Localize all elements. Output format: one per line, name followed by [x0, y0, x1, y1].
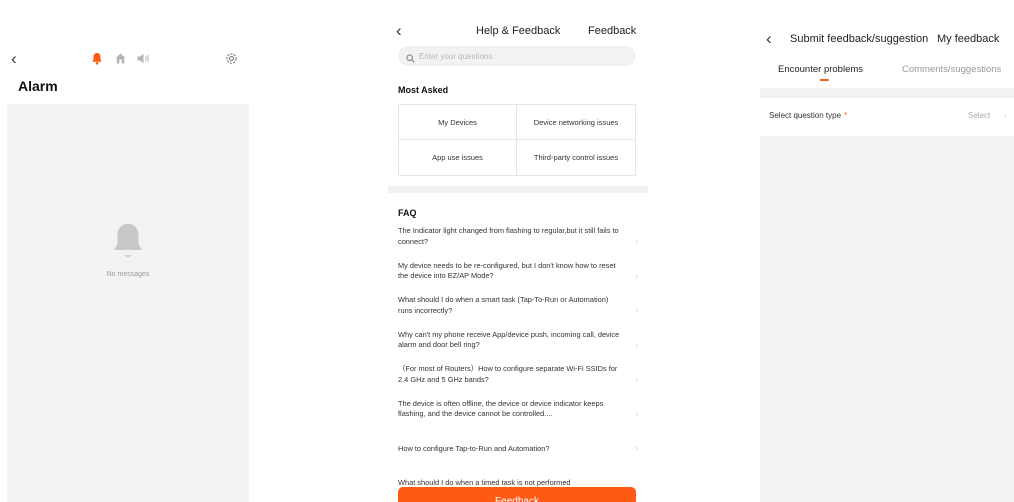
- most-asked-item-networking[interactable]: Device networking issues: [517, 105, 635, 140]
- alarm-message-list: No messages: [7, 104, 249, 502]
- feedback-button[interactable]: Feedback: [398, 487, 636, 502]
- bell-icon[interactable]: [91, 52, 103, 70]
- faq-question: How to configure Tap-to-Run and Automati…: [398, 444, 550, 453]
- page-title: Help & Feedback: [476, 25, 561, 37]
- faq-question: Why can't my phone receive App/device pu…: [398, 329, 620, 350]
- chevron-right-icon: ›: [1004, 110, 1007, 120]
- feedback-link[interactable]: Feedback: [588, 25, 636, 37]
- question-type-select[interactable]: Select: [968, 111, 990, 120]
- faq-item[interactable]: Why can't my phone receive App/device pu…: [398, 330, 638, 365]
- my-feedback-link[interactable]: My feedback: [937, 33, 999, 45]
- help-top-bar: ‹ Help & Feedback Feedback: [388, 22, 648, 40]
- back-chevron-icon[interactable]: ‹: [396, 22, 402, 39]
- speaker-icon[interactable]: [136, 52, 150, 70]
- faq-item[interactable]: The device is often offline, the device …: [398, 399, 638, 434]
- faq-question: The device is often offline, the device …: [398, 398, 604, 419]
- tab-comments-suggestions[interactable]: Comments/suggestions: [902, 64, 1001, 75]
- faq-item[interactable]: What should I do when a smart task (Tap-…: [398, 295, 638, 330]
- most-asked-item-my-devices[interactable]: My Devices: [399, 105, 517, 140]
- empty-bell-icon: [111, 222, 145, 269]
- chevron-right-icon: ›: [635, 305, 638, 315]
- feedback-form-body: [760, 136, 1014, 502]
- most-asked-title: Most Asked: [398, 85, 449, 95]
- submit-feedback-screen: ‹ Submit feedback/suggestion My feedback…: [760, 0, 1014, 502]
- faq-item[interactable]: My device needs to be re-configured, but…: [398, 261, 638, 296]
- question-type-row[interactable]: Select question type * Select ›: [760, 98, 1014, 132]
- section-divider: [388, 186, 648, 193]
- page-title: Alarm: [18, 78, 58, 94]
- faq-list: The Indicator light changed from flashin…: [398, 226, 638, 502]
- question-type-label: Select question type *: [769, 111, 848, 120]
- page-title: Submit feedback/suggestion: [790, 33, 929, 45]
- back-chevron-icon[interactable]: ‹: [11, 50, 17, 67]
- required-mark: *: [844, 111, 848, 120]
- chevron-right-icon: ›: [635, 270, 638, 281]
- empty-state-text: No messages: [106, 271, 150, 278]
- active-tab-indicator: [820, 79, 829, 81]
- chevron-right-icon: ›: [635, 339, 638, 350]
- alarm-screen: ‹ Alarm No messages: [7, 0, 249, 502]
- chevron-right-icon: ›: [635, 443, 638, 453]
- faq-question: The Indicator light changed from flashin…: [398, 226, 619, 246]
- chevron-right-icon: ›: [635, 236, 638, 246]
- help-feedback-screen: ‹ Help & Feedback Feedback Most Asked My…: [388, 0, 648, 502]
- home-icon[interactable]: [114, 52, 127, 70]
- faq-item[interactable]: The Indicator light changed from flashin…: [398, 226, 638, 261]
- faq-question: My device needs to be re-configured, but…: [398, 260, 616, 281]
- chevron-right-icon: ›: [635, 374, 638, 384]
- alarm-top-bar: ‹: [7, 50, 249, 70]
- chevron-right-icon: ›: [635, 408, 638, 419]
- search-bar[interactable]: [398, 46, 636, 66]
- gear-icon[interactable]: [225, 52, 238, 70]
- faq-item[interactable]: How to configure Tap-to-Run and Automati…: [398, 433, 638, 468]
- faq-item[interactable]: （For most of Routers）How to configure se…: [398, 364, 638, 399]
- faq-question: （For most of Routers）How to configure se…: [398, 364, 618, 384]
- faq-title: FAQ: [398, 208, 417, 218]
- feedback-top-bar: ‹ Submit feedback/suggestion My feedback: [760, 30, 1014, 48]
- most-asked-grid: My Devices Device networking issues App …: [398, 104, 636, 176]
- search-input[interactable]: [419, 49, 624, 63]
- tab-encounter-problems[interactable]: Encounter problems: [778, 64, 863, 75]
- section-divider: [760, 88, 1014, 98]
- search-icon: [406, 50, 415, 68]
- faq-question: What should I do when a smart task (Tap-…: [398, 295, 609, 315]
- most-asked-item-third-party[interactable]: Third-party control issues: [517, 140, 635, 175]
- most-asked-item-app-use[interactable]: App use issues: [399, 140, 517, 175]
- back-chevron-icon[interactable]: ‹: [766, 30, 772, 47]
